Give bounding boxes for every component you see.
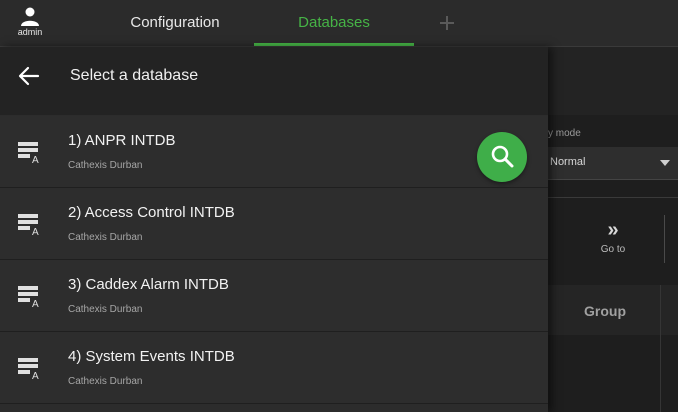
arrow-left-icon[interactable] [18,65,40,87]
drawer-header: Select a database [0,47,548,115]
database-server-icon: A [18,358,39,380]
database-name: 2) Access Control INTDB [68,204,235,221]
divider [548,197,678,198]
top-tab-bar: admin Configuration Databases [0,0,678,47]
active-tab-indicator [254,43,414,46]
group-header-label: Group [584,303,626,319]
add-tab-button[interactable] [432,0,462,46]
admin-user-button[interactable]: admin [10,6,50,42]
database-item[interactable]: A 4) System Events INTDB Cathexis Durban [0,332,548,404]
database-server-icon: A [18,286,39,308]
database-item[interactable]: A 2) Access Control INTDB Cathexis Durba… [0,188,548,260]
tab-configuration[interactable]: Configuration [100,0,250,46]
search-button[interactable] [477,132,527,182]
database-subtitle: Cathexis Durban [68,376,143,387]
search-icon [491,145,514,168]
view-mode-select[interactable]: Normal [548,147,678,180]
column-separator [660,285,661,412]
drawer-title: Select a database [70,67,199,84]
background-page: y mode Normal » Go to Group [548,47,678,412]
go-to-label: Go to [600,244,626,255]
database-server-icon: A [18,142,39,164]
database-name: 1) ANPR INTDB [68,132,176,149]
svg-text:A: A [32,227,39,236]
background-header [548,47,678,115]
database-server-icon: A [18,214,39,236]
admin-label: admin [17,27,43,37]
database-item[interactable]: A 1) ANPR INTDB Cathexis Durban [0,116,548,188]
group-column-header[interactable]: Group [548,285,678,335]
database-subtitle: Cathexis Durban [68,160,143,171]
svg-text:A: A [32,155,39,164]
caret-down-icon [660,160,670,166]
toolbar-divider [664,215,665,263]
svg-text:A: A [32,371,39,380]
database-subtitle: Cathexis Durban [68,232,143,243]
plus-icon [440,16,454,30]
database-subtitle: Cathexis Durban [68,304,143,315]
go-to-button[interactable]: » Go to [578,219,648,269]
svg-text:A: A [32,299,39,308]
double-chevron-right-icon: » [607,219,619,241]
view-mode-value: Normal [550,156,586,168]
view-mode-label: y mode [548,128,581,139]
tab-databases[interactable]: Databases [254,0,414,46]
database-name: 4) System Events INTDB [68,348,235,365]
database-item[interactable]: A 3) Caddex Alarm INTDB Cathexis Durban [0,260,548,332]
database-name: 3) Caddex Alarm INTDB [68,276,229,293]
user-icon [21,7,39,26]
database-select-drawer: Select a database A 1) ANPR INTDB Cathex… [0,47,548,412]
